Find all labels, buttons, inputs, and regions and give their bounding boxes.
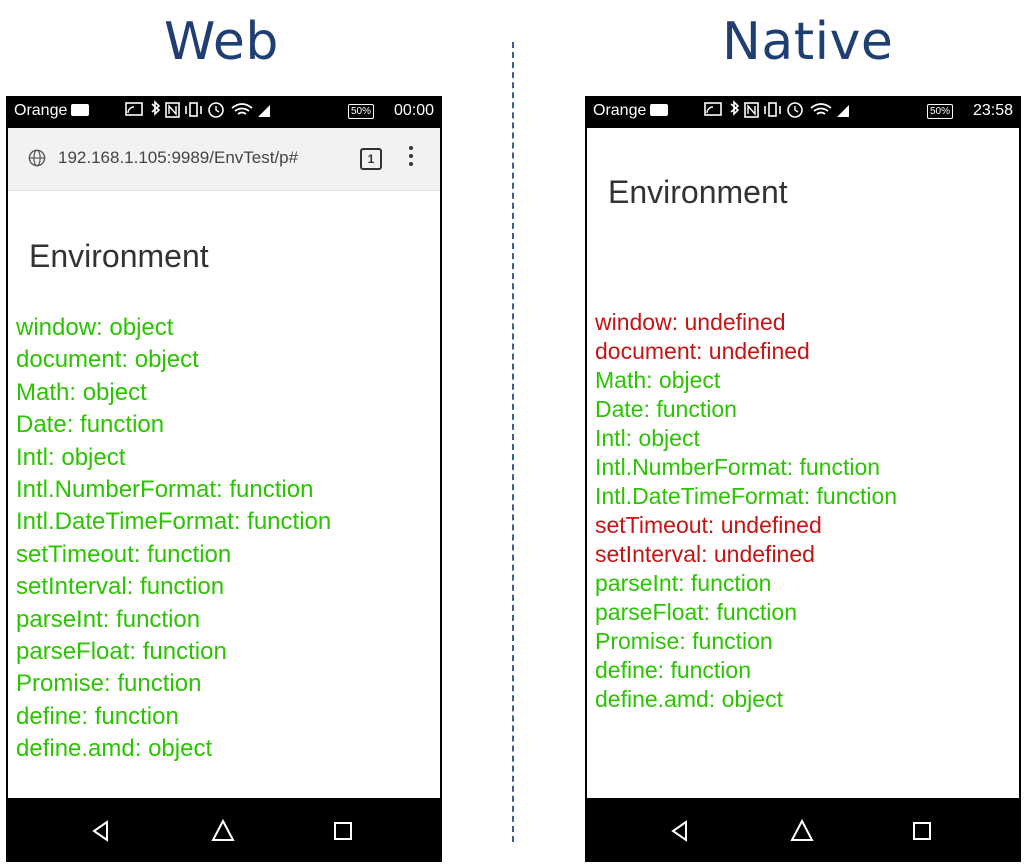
page-title: Environment (608, 174, 788, 210)
carrier-label: Orange (14, 102, 90, 120)
environment-item: define.amd: object (595, 686, 783, 712)
app-screen: Environment window: undefined document: u… (587, 128, 1019, 798)
status-bar: Orange 50% 23:58 (585, 96, 1021, 128)
environment-item: Intl.DateTimeFormat: function (595, 483, 898, 509)
environment-item: define.amd: object (16, 735, 213, 763)
environment-item: Promise: function (16, 670, 202, 698)
back-icon[interactable] (88, 818, 114, 844)
clock: 00:00 (393, 102, 434, 119)
environment-item: parseFloat: function (595, 599, 798, 625)
environment-item: Intl.NumberFormat: function (595, 454, 881, 480)
carrier-label: Orange (593, 102, 669, 120)
nav-bar (585, 798, 1021, 862)
environment-item: window: object (16, 314, 174, 341)
environment-item: setTimeout: undefined (595, 512, 822, 538)
url-text[interactable]: 192.168.1.105:9989/EnvTest/p# (58, 148, 338, 168)
menu-icon[interactable] (408, 146, 414, 168)
environment-item: setInterval: undefined (595, 541, 815, 567)
home-icon[interactable] (210, 818, 236, 844)
heading-native: Native (722, 12, 894, 72)
environment-item: Intl.DateTimeFormat: function (16, 508, 332, 536)
environment-item: document: undefined (595, 338, 810, 364)
environment-item: define: function (595, 657, 752, 683)
tabs-button[interactable]: 1 (360, 148, 382, 170)
environment-item: parseFloat: function (16, 638, 227, 666)
message-icon (71, 104, 90, 116)
environment-item: Intl: object (595, 425, 700, 451)
environment-item: document: object (16, 346, 199, 374)
system-icons (704, 100, 849, 118)
environment-list: window: object document: object Math: obje… (16, 312, 331, 766)
message-icon (650, 104, 669, 116)
back-icon[interactable] (667, 818, 693, 844)
clock: 23:58 (972, 102, 1013, 119)
environment-item: Math: object (595, 367, 721, 393)
environment-item: setInterval: function (16, 573, 225, 601)
environment-item: define: function (16, 702, 179, 730)
environment-item: Intl: object (16, 443, 126, 471)
environment-item: Math: object (16, 378, 147, 406)
environment-list: window: undefined document: undefined Math… (595, 308, 897, 714)
nav-bar (6, 798, 442, 862)
environment-item: setTimeout: function (16, 540, 232, 568)
status-icons (124, 100, 294, 125)
phone-native: Orange 50% 23:58 Environment window: und… (585, 96, 1021, 862)
dashed-divider (512, 42, 514, 842)
globe-icon (28, 149, 46, 167)
environment-item: Promise: function (595, 628, 773, 654)
status-icons (703, 100, 873, 125)
environment-item: Date: function (16, 411, 165, 439)
heading-web: Web (164, 12, 279, 72)
recent-apps-icon[interactable] (330, 818, 356, 844)
home-icon[interactable] (789, 818, 815, 844)
environment-item: parseInt: function (595, 570, 772, 596)
phone-web: Orange 50% 00:00 192.168.1.105:9989/EnvT… (6, 96, 442, 862)
environment-item: Intl.NumberFormat: function (16, 476, 314, 504)
system-icons (125, 100, 270, 118)
address-bar[interactable]: 192.168.1.105:9989/EnvTest/p# 1 (8, 128, 440, 191)
battery-indicator: 50% (926, 104, 953, 119)
battery-indicator: 50% (347, 104, 374, 119)
page-title: Environment (29, 238, 209, 274)
status-bar: Orange 50% 00:00 (6, 96, 442, 128)
recent-apps-icon[interactable] (909, 818, 935, 844)
browser-screen: 192.168.1.105:9989/EnvTest/p# 1 Environm… (8, 128, 440, 798)
environment-item: Date: function (595, 396, 737, 422)
environment-item: window: undefined (595, 309, 786, 335)
environment-item: parseInt: function (16, 605, 201, 633)
